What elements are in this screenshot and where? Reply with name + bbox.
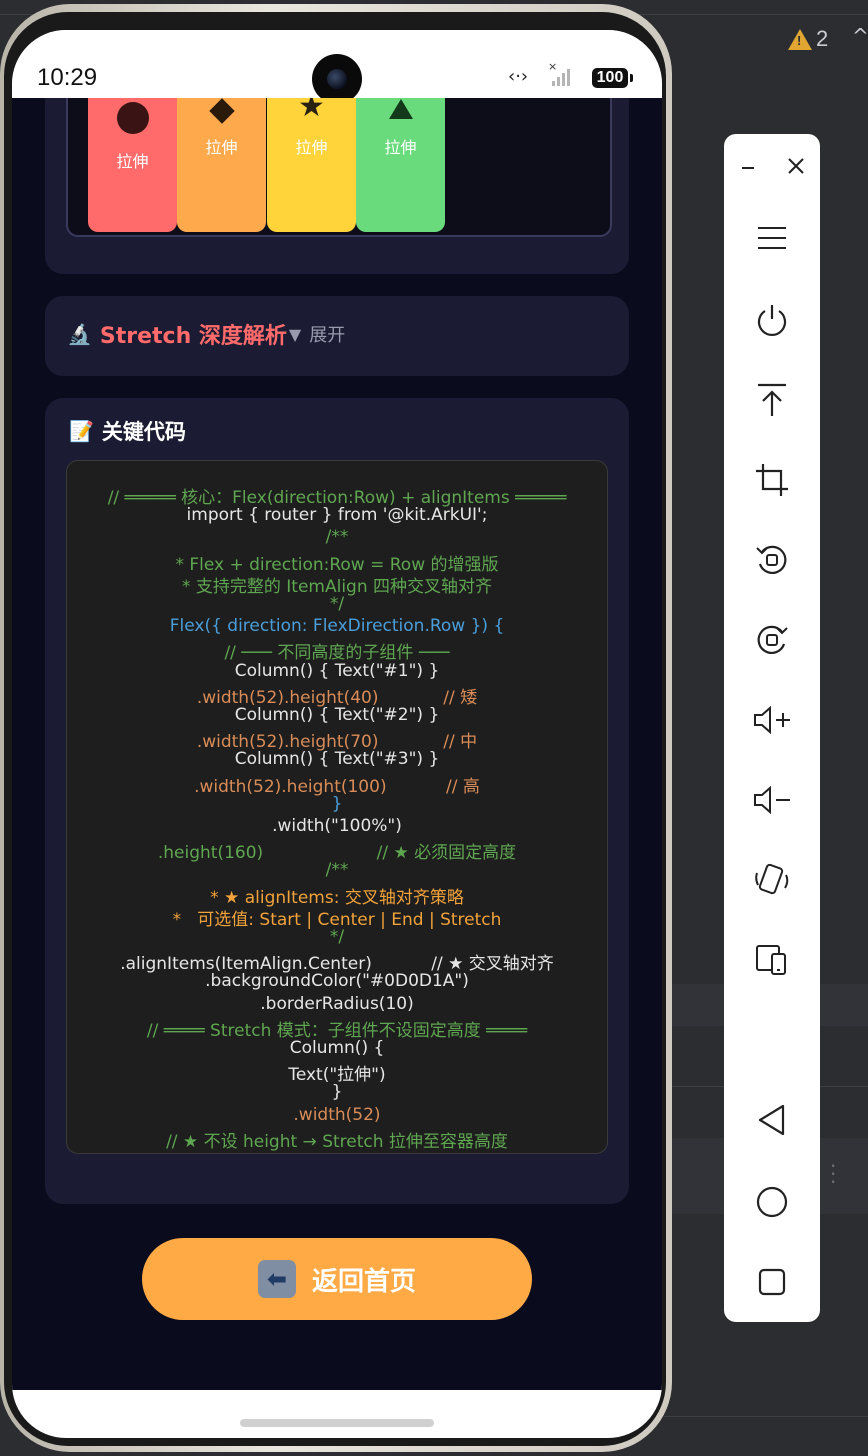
code-line: Flex({ direction: FlexDirection.Row }) {	[169, 616, 505, 637]
nav-recents-icon[interactable]	[724, 1262, 820, 1302]
nav-back-icon[interactable]	[724, 1100, 820, 1140]
code-line: }	[331, 1082, 343, 1103]
flex-container: 拉伸 拉伸 ★ 拉伸 拉伸	[66, 98, 612, 237]
volume-down-icon[interactable]	[724, 780, 820, 820]
code-line: Column() { Text("#2") }	[234, 705, 440, 725]
more-icon[interactable]: · · ·	[830, 1156, 836, 1192]
back-home-label: 返回首页	[311, 1266, 416, 1297]
memo-icon: 📝	[69, 419, 94, 443]
shake-icon[interactable]	[724, 860, 820, 900]
camera-icon	[312, 54, 362, 104]
code-block: // ═════ 核心：Flex(direction:Row) + alignI…	[66, 460, 608, 1154]
code-line: */	[329, 594, 345, 614]
emulator-toolbar	[724, 134, 820, 1322]
phone-screen: 10:29 ‹·› × 100 拉伸 拉伸 ★ 拉伸 拉伸 🔬 Stretch …	[12, 30, 662, 1438]
code-line: .backgroundColor("#0D0D1A")	[205, 971, 469, 992]
expand-arrow-icon: ▼	[288, 324, 302, 344]
warning-indicator[interactable]: ! 2	[788, 26, 828, 52]
code-line: /**	[325, 860, 349, 881]
battery-icon: 100	[592, 68, 628, 88]
rotate-right-icon[interactable]	[724, 620, 820, 660]
code-line: // ★ 不设 height → Stretch 拉伸至容器高度	[166, 1131, 508, 1152]
stretch-item-2: 拉伸	[177, 98, 266, 232]
analysis-title: Stretch 深度解析	[99, 324, 287, 349]
status-time: 10:29	[37, 64, 98, 91]
analysis-card[interactable]: 🔬 Stretch 深度解析 ▼ 展开	[45, 296, 629, 376]
code-line: }	[331, 793, 343, 814]
code-line: /**	[325, 527, 349, 548]
back-home-button[interactable]: ⬅ 返回首页	[142, 1238, 532, 1320]
status-bar: 10:29 ‹·› × 100	[12, 30, 662, 104]
back-arrow-icon: ⬅	[257, 1260, 296, 1298]
analysis-header[interactable]: 🔬 Stretch 深度解析 ▼ 展开	[67, 318, 345, 350]
nav-home-icon[interactable]	[724, 1182, 820, 1222]
microscope-icon: 🔬	[67, 322, 92, 346]
network-icon: ‹·›	[508, 66, 529, 87]
chevron-up-icon[interactable]: ^	[852, 24, 868, 48]
battery-tip	[630, 74, 633, 82]
code-line: Column() { Text("#1") }	[234, 660, 440, 681]
stretch-item-4: 拉伸	[356, 98, 445, 232]
power-icon[interactable]	[724, 300, 820, 340]
code-card: 📝 关键代码 // ═════ 核心：Flex(direction:Row) +…	[45, 398, 629, 1204]
diamond-icon	[208, 98, 235, 124]
stretch-item-1: 拉伸	[88, 98, 177, 232]
circle-icon	[116, 102, 149, 134]
code-line: */	[329, 927, 345, 947]
menu-icon[interactable]	[724, 218, 820, 258]
rotate-left-icon[interactable]	[724, 540, 820, 580]
warning-icon: !	[788, 28, 812, 50]
close-icon[interactable]	[748, 146, 844, 186]
code-line: Column() {	[289, 1038, 385, 1058]
code-header: 📝 关键代码	[69, 416, 186, 446]
warning-count: 2	[816, 26, 829, 51]
code-line: .width(52)	[293, 1104, 381, 1125]
fold-device-icon[interactable]	[724, 940, 820, 980]
star-icon: ★	[298, 98, 325, 124]
expand-toggle[interactable]: 展开	[309, 321, 345, 347]
code-line: .borderRadius(10)	[260, 993, 414, 1014]
item-label: 拉伸	[116, 152, 149, 171]
signal-icon	[552, 66, 570, 86]
stretch-item-3: ★ 拉伸	[267, 98, 356, 232]
ide-divider	[664, 1416, 868, 1417]
code-title: 关键代码	[101, 420, 186, 444]
phone-frame: 10:29 ‹·› × 100 拉伸 拉伸 ★ 拉伸 拉伸 🔬 Stretch …	[0, 4, 672, 1452]
code-line: .width("100%")	[272, 816, 402, 836]
app-content[interactable]: 拉伸 拉伸 ★ 拉伸 拉伸 🔬 Stretch 深度解析 ▼ 展开 📝 关键代码…	[12, 98, 662, 1390]
crop-icon[interactable]	[724, 460, 820, 500]
triangle-icon	[388, 99, 413, 119]
code-line: Column() { Text("#3") }	[234, 749, 440, 770]
demo-card: 拉伸 拉伸 ★ 拉伸 拉伸	[45, 98, 629, 274]
item-label: 拉伸	[384, 138, 417, 157]
pin-to-top-icon[interactable]	[724, 380, 820, 420]
volume-up-icon[interactable]	[724, 700, 820, 740]
home-indicator[interactable]	[240, 1419, 434, 1427]
code-line: import { router } from '@kit.ArkUI';	[186, 505, 488, 526]
item-label: 拉伸	[295, 138, 328, 157]
item-label: 拉伸	[205, 138, 238, 157]
